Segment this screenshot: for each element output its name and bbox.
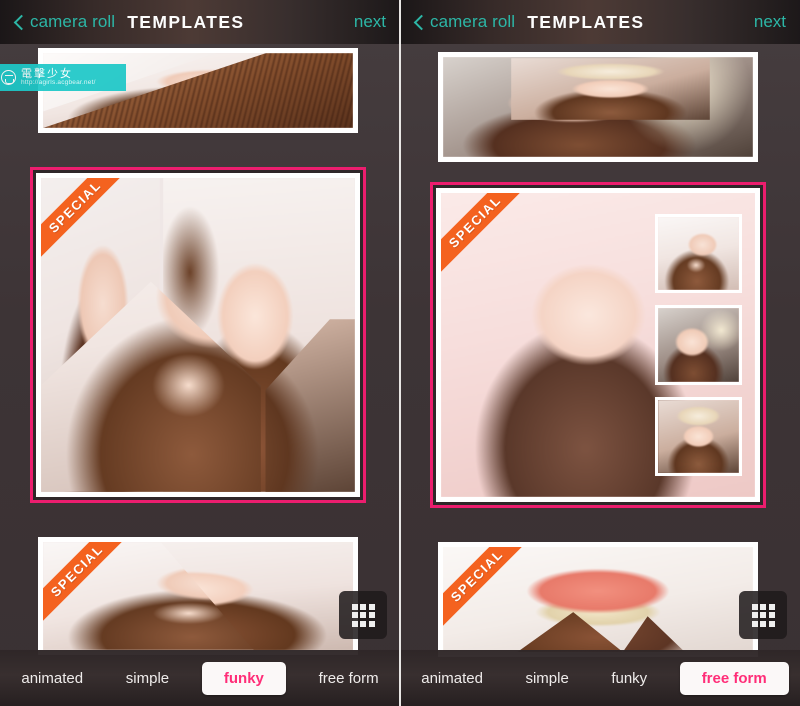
watermark-url: http://agirls.acgbear.net/ <box>21 79 96 87</box>
tab-simple[interactable]: simple <box>116 662 179 695</box>
photo-cell-thumb <box>654 396 743 476</box>
header-bar-right: camera roll TEMPLATES next <box>400 0 800 44</box>
grid-view-button[interactable] <box>339 591 387 639</box>
tab-funky[interactable]: funky <box>201 661 286 695</box>
photo-thumbnail <box>657 308 740 382</box>
category-tabbar-right: animated simple funky free form <box>400 650 800 706</box>
template-card-funky-four-up[interactable]: SPECIAL <box>30 167 366 503</box>
template-card-bottom-partial[interactable]: SPECIAL <box>38 537 358 655</box>
camera-roll-button[interactable]: camera roll <box>430 12 515 32</box>
panel-left: SPECIAL SPECIAL 電擊少女 http://agirls.acgbe… <box>0 0 400 706</box>
watermark-title: 電擊少女 <box>21 67 73 81</box>
templates-screen: SPECIAL SPECIAL 電擊少女 http://agirls.acgbe… <box>0 0 800 706</box>
grid-3x3-icon <box>351 603 375 627</box>
template-card-top-partial[interactable] <box>438 52 758 162</box>
tab-simple[interactable]: simple <box>515 662 578 695</box>
photo-thumbnail <box>511 58 710 120</box>
panel-right: SPECIAL SPECIAL camera roll TEMPLATES ne… <box>400 0 800 706</box>
template-canvas: SPECIAL <box>443 547 753 652</box>
template-frame <box>438 52 758 162</box>
grid-3x3-icon <box>751 603 775 627</box>
template-frame: SPECIAL <box>436 188 760 502</box>
tab-funky[interactable]: funky <box>601 662 657 695</box>
header-bar-left: camera roll TEMPLATES next <box>0 0 400 44</box>
next-button[interactable]: next <box>754 12 786 32</box>
watermark-text: 電擊少女 http://agirls.acgbear.net/ <box>21 68 96 87</box>
template-frame: SPECIAL <box>38 537 358 655</box>
template-canvas: SPECIAL <box>43 542 353 650</box>
tab-animated[interactable]: animated <box>11 662 93 695</box>
template-canvas: SPECIAL <box>41 178 355 492</box>
template-card-bottom-partial[interactable]: SPECIAL <box>438 542 758 657</box>
photo-cell <box>511 58 710 120</box>
chevron-left-icon[interactable] <box>413 13 424 32</box>
chevron-left-icon[interactable] <box>13 13 24 32</box>
selection-gap: SPECIAL <box>433 185 763 505</box>
template-card-freeform-main[interactable]: SPECIAL <box>430 182 766 508</box>
template-frame: SPECIAL <box>438 542 758 657</box>
page-title: TEMPLATES <box>527 11 645 32</box>
selection-gap: SPECIAL <box>33 170 363 500</box>
template-frame: SPECIAL <box>36 173 360 497</box>
tab-free-form[interactable]: free form <box>309 662 389 695</box>
next-button[interactable]: next <box>354 12 386 32</box>
grid-view-button[interactable] <box>739 591 787 639</box>
photo-cell-thumb <box>654 214 743 294</box>
photo-cell-thumb <box>654 305 743 385</box>
tab-animated[interactable]: animated <box>411 662 493 695</box>
template-canvas: SPECIAL <box>441 193 755 497</box>
category-tabbar-left: animated simple funky free form <box>0 650 400 706</box>
smiley-face-icon <box>1 70 16 85</box>
watermark-banner: 電擊少女 http://agirls.acgbear.net/ <box>0 64 126 91</box>
page-title: TEMPLATES <box>127 11 245 32</box>
camera-roll-button[interactable]: camera roll <box>30 12 115 32</box>
tab-free-form[interactable]: free form <box>679 661 789 695</box>
template-canvas <box>443 57 753 157</box>
photo-thumbnail <box>657 217 740 291</box>
panel-divider <box>399 0 401 706</box>
photo-thumbnail <box>657 399 740 473</box>
